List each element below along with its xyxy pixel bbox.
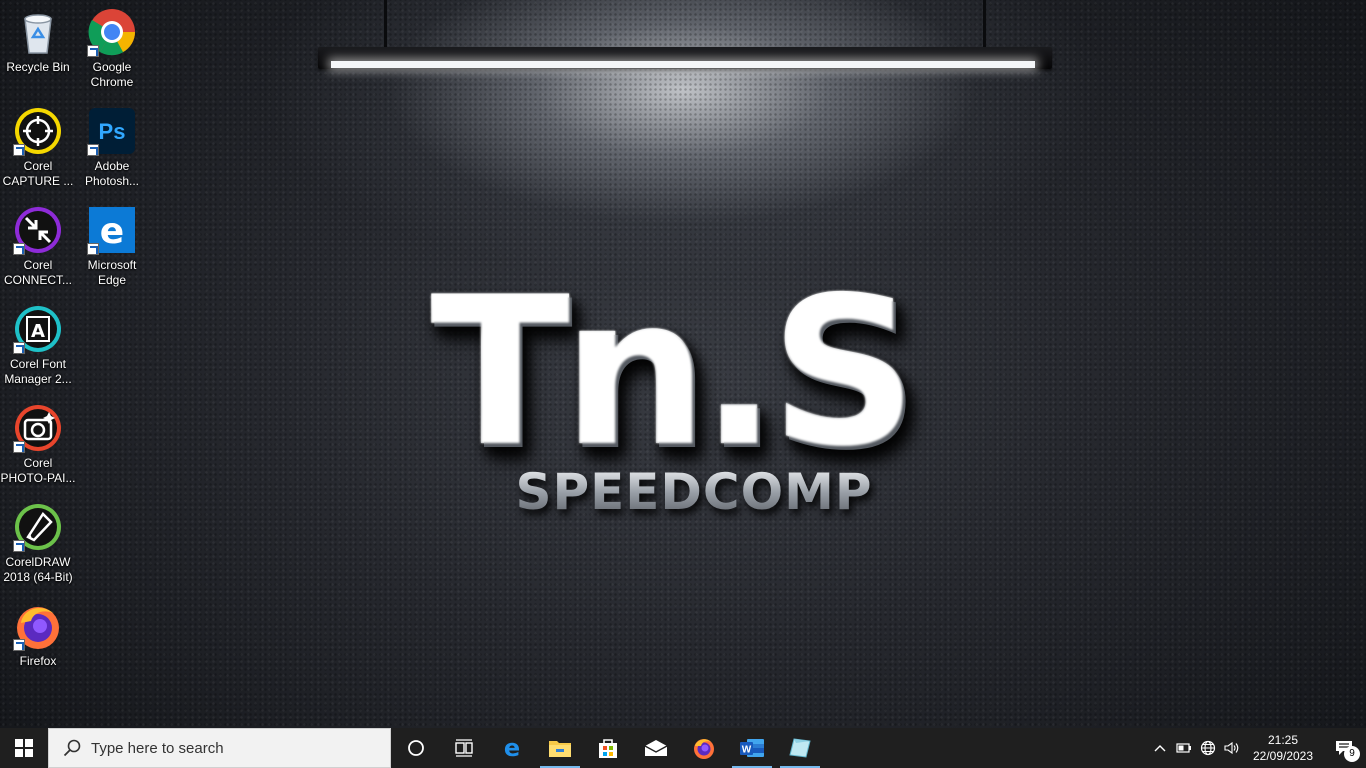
desktop-icon-label: Corel Font Manager 2... (4, 357, 72, 386)
taskbar-word[interactable]: W (728, 728, 776, 768)
shortcut-arrow-icon (87, 45, 99, 57)
lamp-wire-left (384, 0, 387, 48)
desktop-icon-firefox[interactable]: Firefox (0, 598, 76, 690)
taskbar-notes-app[interactable] (776, 728, 824, 768)
taskbar-file-explorer[interactable] (536, 728, 584, 768)
desktop-icon-edge[interactable]: e Microsoft Edge (74, 202, 150, 294)
desktop-icon-label: Corel CONNECT... (3, 258, 72, 287)
windows-start-icon (15, 739, 33, 757)
svg-text:A: A (31, 321, 45, 342)
taskbar-mail[interactable] (632, 728, 680, 768)
search-icon (63, 739, 81, 757)
chevron-up-icon (1154, 745, 1166, 752)
taskbar-search-box[interactable]: Type here to search (48, 728, 391, 768)
battery-icon (1176, 743, 1191, 753)
mail-icon (644, 740, 668, 756)
volume-button[interactable] (1220, 728, 1244, 768)
recycle-bin-icon (13, 7, 63, 57)
corel-capture-icon (13, 106, 63, 156)
desktop-icon-corel-photo-paint[interactable]: Corel PHOTO-PAI... (0, 400, 76, 492)
desktop-icon-label: CorelDRAW 2018 (64-Bit) (3, 555, 73, 584)
battery-button[interactable] (1172, 728, 1196, 768)
notes-app-icon (789, 738, 811, 758)
desktop-icon-corel-capture[interactable]: Corel CAPTURE ... (0, 103, 76, 195)
shortcut-arrow-icon (87, 144, 99, 156)
corel-connect-icon (13, 205, 63, 255)
edge-icon: e (504, 736, 520, 760)
desktop-icon-label: Recycle Bin (6, 60, 70, 74)
taskbar-clock[interactable]: 21:25 22/09/2023 (1244, 732, 1322, 764)
lamp-wire-right (983, 0, 986, 48)
firefox-icon (13, 601, 63, 651)
desktop-wallpaper: Tn.S SPEEDCOMP (0, 0, 1366, 728)
start-button[interactable] (0, 728, 48, 768)
taskbar-firefox[interactable] (680, 728, 728, 768)
svg-text:Ps: Ps (99, 119, 126, 144)
notification-count-badge: 9 (1344, 746, 1360, 762)
task-view-icon (455, 739, 473, 757)
desktop-icon-label: Firefox (19, 654, 57, 668)
svg-text:W: W (742, 745, 752, 756)
desktop-icon-chrome[interactable]: Google Chrome (74, 4, 150, 96)
speaker-icon (1224, 741, 1239, 755)
taskbar-edge[interactable]: e (488, 728, 536, 768)
desktop-icon-label: Corel PHOTO-PAI... (0, 456, 76, 485)
corel-font-manager-icon: A (13, 304, 63, 354)
shortcut-arrow-icon (13, 540, 25, 552)
show-hidden-icons-button[interactable] (1148, 728, 1172, 768)
network-button[interactable] (1196, 728, 1220, 768)
desktop-icon-label: Google Chrome (90, 60, 134, 89)
logo-sub-text: SPEEDCOMP (478, 466, 910, 518)
taskbar: Type here to search e W 21:25 22/09/2023… (0, 728, 1366, 768)
logo-main-text: Tn.S (420, 271, 920, 476)
desktop-icon-coreldraw[interactable]: CorelDRAW 2018 (64-Bit) (0, 499, 76, 591)
corel-photo-paint-icon (13, 403, 63, 453)
desktop-icon-corel-font-manager[interactable]: A Corel Font Manager 2... (0, 301, 76, 393)
photoshop-icon: Ps (87, 106, 137, 156)
system-tray: 21:25 22/09/2023 9 (1148, 728, 1366, 768)
desktop-icon-label: Microsoft Edge (87, 258, 137, 287)
svg-text:e: e (504, 736, 520, 760)
lamp-light (331, 61, 1035, 68)
search-placeholder: Type here to search (91, 739, 224, 757)
word-icon: W (740, 739, 764, 757)
globe-network-icon (1200, 740, 1216, 756)
shortcut-arrow-icon (13, 342, 25, 354)
action-center-button[interactable]: 9 (1322, 728, 1366, 768)
store-icon (599, 739, 617, 758)
shortcut-arrow-icon (13, 639, 25, 651)
firefox-icon (694, 739, 714, 759)
desktop-icon-label: Corel CAPTURE ... (2, 159, 74, 188)
chrome-icon (87, 7, 137, 57)
shortcut-arrow-icon (13, 243, 25, 255)
edge-icon: e (87, 205, 137, 255)
coreldraw-icon (13, 502, 63, 552)
shortcut-arrow-icon (13, 144, 25, 156)
clock-time: 21:25 (1267, 733, 1299, 747)
cortana-button[interactable] (392, 728, 440, 768)
cortana-icon (408, 740, 424, 756)
svg-text:e: e (100, 211, 124, 252)
desktop-icon-label: Adobe Photosh... (84, 159, 140, 188)
shortcut-arrow-icon (13, 441, 25, 453)
desktop-icon-corel-connect[interactable]: Corel CONNECT... (0, 202, 76, 294)
shortcut-arrow-icon (87, 243, 99, 255)
task-view-button[interactable] (440, 728, 488, 768)
desktop-icon-recycle-bin[interactable]: Recycle Bin (0, 4, 76, 96)
clock-date: 22/09/2023 (1252, 749, 1314, 763)
desktop-icon-photoshop[interactable]: Ps Adobe Photosh... (74, 103, 150, 195)
taskbar-store[interactable] (584, 728, 632, 768)
file-explorer-icon (549, 741, 571, 757)
